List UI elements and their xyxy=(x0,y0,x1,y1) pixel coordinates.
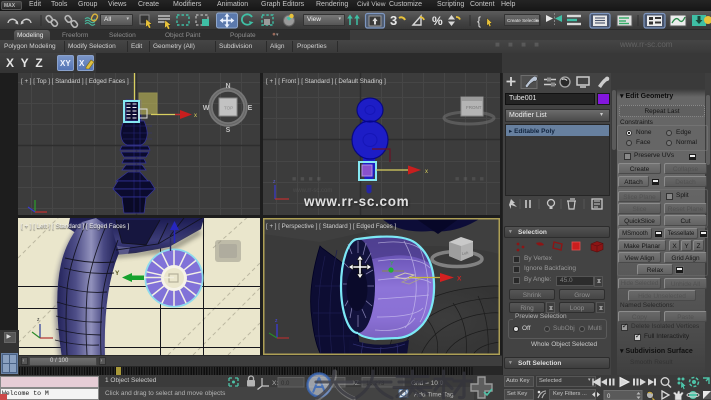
svg-text:FRONT: FRONT xyxy=(466,105,482,110)
svg-text:[ + ] [ Top ] [ Standard ] [ E: [ + ] [ Top ] [ Standard ] [ Edged Faces… xyxy=(21,78,129,85)
svg-text:E: E xyxy=(248,105,253,112)
svg-text:{: { xyxy=(477,14,481,28)
svg-text:%: % xyxy=(432,14,443,28)
svg-text:S: S xyxy=(226,127,231,134)
svg-text:TOP: TOP xyxy=(224,106,233,111)
svg-text:[ + ] [ Left ] [ Standard ] [: [ + ] [ Left ] [ Standard ] [ Edged Face… xyxy=(21,223,129,230)
svg-text:X:: X: xyxy=(272,380,278,387)
svg-text:x: x xyxy=(425,169,428,175)
svg-text:x: x xyxy=(194,113,197,119)
svg-text:Y: Y xyxy=(390,261,394,267)
svg-text:W: W xyxy=(203,105,210,112)
svg-text:N: N xyxy=(225,83,230,90)
svg-text:[ + ] [ Front ] [ Standard ] [: [ + ] [ Front ] [ Standard ] [ Default S… xyxy=(266,78,386,85)
svg-text:3: 3 xyxy=(390,13,397,28)
svg-text:Y: Y xyxy=(115,270,120,277)
svg-text:0.0: 0.0 xyxy=(281,381,290,387)
svg-text:[ + ] [ Perspective ] [ Standa: [ + ] [ Perspective ] [ Standard ] [ Edg… xyxy=(266,223,396,230)
svg-text:X: X xyxy=(457,276,462,283)
